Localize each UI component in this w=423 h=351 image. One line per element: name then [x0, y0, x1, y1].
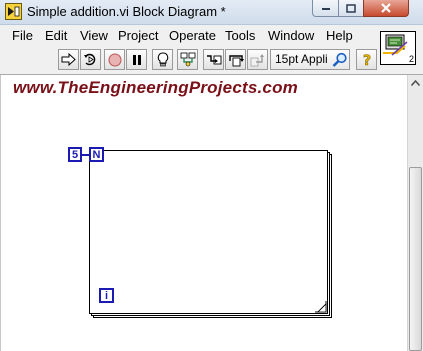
menu-tools[interactable]: Tools	[225, 28, 255, 43]
svg-text:?: ?	[362, 53, 370, 67]
run-continuously-icon	[84, 53, 96, 66]
menu-window[interactable]: Window	[268, 28, 314, 43]
count-constant[interactable]: 5	[68, 147, 82, 162]
title-bar[interactable]: Simple addition.vi Block Diagram *	[0, 0, 423, 25]
minimize-button[interactable]	[312, 0, 339, 17]
step-out-button[interactable]	[247, 49, 268, 70]
for-loop[interactable]	[89, 150, 328, 314]
menu-bar: File Edit View Project Operate Tools Win…	[0, 25, 423, 46]
step-over-button[interactable]	[225, 49, 246, 70]
integer-wire[interactable]	[82, 154, 89, 156]
step-out-icon	[250, 53, 264, 66]
iteration-terminal[interactable]: i	[99, 288, 114, 303]
count-terminal[interactable]: N	[89, 147, 104, 162]
font-ring-value: 15pt Application Font	[275, 52, 327, 66]
highlight-execution-button[interactable]	[152, 49, 173, 70]
run-arrow-icon	[61, 53, 76, 66]
menu-file[interactable]: File	[12, 28, 33, 43]
question-mark-icon: ?	[362, 53, 371, 67]
run-button[interactable]	[58, 49, 79, 70]
chevron-up-icon	[411, 80, 420, 86]
menu-project[interactable]: Project	[118, 28, 158, 43]
loop-resize-corner[interactable]	[315, 301, 327, 313]
menu-view[interactable]: View	[80, 28, 108, 43]
tool-bar: 15pt Application Font ?	[0, 46, 423, 75]
vertical-scrollbar[interactable]	[407, 75, 423, 351]
menu-help[interactable]: Help	[326, 28, 353, 43]
minimize-icon	[321, 8, 330, 10]
window-title: Simple addition.vi Block Diagram *	[27, 4, 226, 19]
abort-icon	[108, 53, 121, 66]
retain-wire-values-button[interactable]	[177, 49, 198, 70]
dropdown-arrow[interactable]	[331, 51, 348, 68]
connector-count: 2	[408, 54, 414, 64]
menu-operate[interactable]: Operate	[169, 28, 216, 43]
retain-wire-values-icon	[180, 52, 195, 67]
pause-button[interactable]	[126, 49, 147, 70]
pause-icon	[132, 54, 141, 65]
menu-edit[interactable]: Edit	[45, 28, 67, 43]
step-into-icon	[206, 55, 221, 65]
step-over-icon	[228, 54, 244, 66]
close-button[interactable]	[363, 0, 409, 17]
abort-button[interactable]	[104, 49, 125, 70]
step-into-button[interactable]	[203, 49, 224, 70]
magnifier-icon	[332, 52, 347, 67]
run-continuously-button[interactable]	[80, 49, 101, 70]
scroll-up-button[interactable]	[408, 75, 423, 91]
maximize-icon	[346, 3, 356, 13]
vi-icon[interactable]: 2	[380, 31, 416, 65]
text-settings-ring[interactable]: 15pt Application Font	[270, 49, 350, 70]
lightbulb-icon	[157, 52, 168, 67]
maximize-button[interactable]	[338, 0, 364, 17]
context-help-button[interactable]: ?	[356, 49, 377, 70]
labview-app-icon	[5, 3, 22, 20]
watermark-text: www.TheEngineeringProjects.com	[13, 78, 298, 97]
close-icon	[381, 3, 391, 13]
scroll-thumb[interactable]	[409, 167, 422, 351]
